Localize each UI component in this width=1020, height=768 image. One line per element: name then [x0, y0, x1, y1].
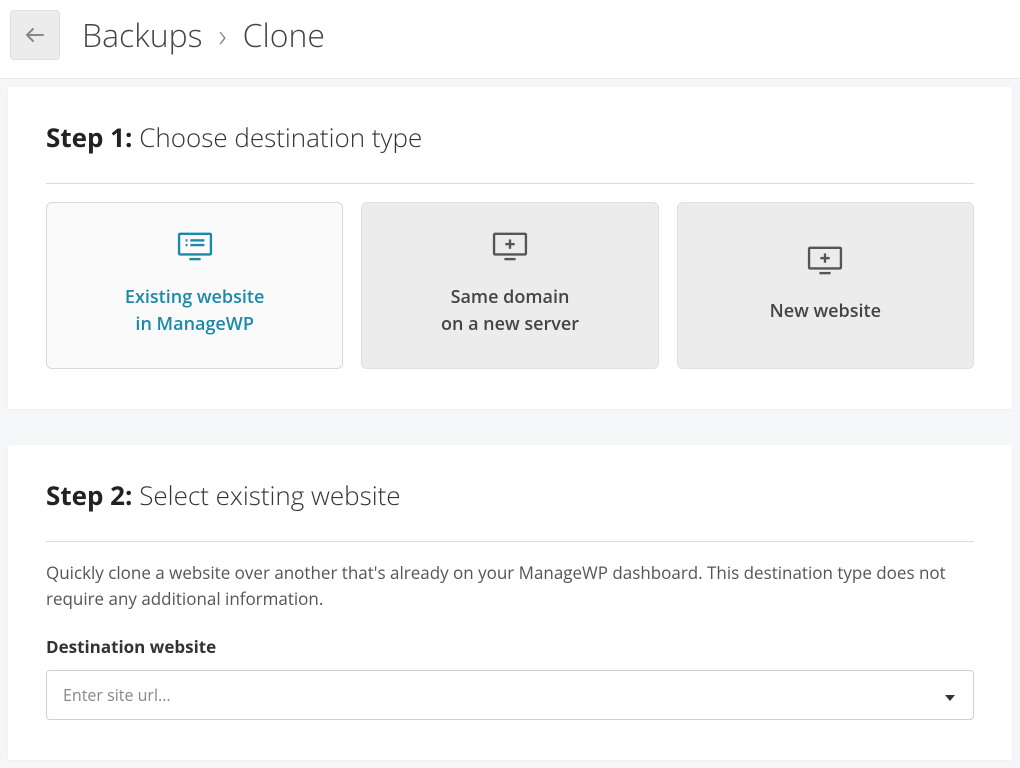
- option-label: Existing website in ManageWP: [125, 284, 265, 338]
- option-existing-website[interactable]: Existing website in ManageWP: [46, 202, 343, 369]
- page-header: Backups › Clone: [0, 0, 1020, 79]
- breadcrumb-current: Clone: [243, 14, 325, 57]
- destination-website-label: Destination website: [46, 635, 974, 658]
- breadcrumb: Backups › Clone: [82, 14, 325, 57]
- option-new-website[interactable]: New website: [677, 202, 974, 369]
- step1-panel: Step 1: Choose destination type Existing…: [8, 87, 1012, 409]
- breadcrumb-separator: ›: [219, 14, 227, 57]
- select-placeholder: Enter site url...: [63, 684, 171, 706]
- step1-number: Step 1:: [46, 119, 132, 155]
- list-monitor-icon: [176, 231, 214, 266]
- destination-options: Existing website in ManageWP Same domain…: [46, 202, 974, 369]
- option-same-domain[interactable]: Same domain on a new server: [361, 202, 658, 369]
- step2-description: Quickly clone a website over another tha…: [46, 560, 974, 613]
- step1-title: Step 1: Choose destination type: [46, 119, 974, 155]
- option-label: Same domain on a new server: [441, 284, 579, 338]
- add-monitor-icon: [491, 231, 529, 266]
- add-monitor-icon: [806, 245, 844, 280]
- divider: [46, 541, 974, 542]
- step2-title: Step 2: Select existing website: [46, 477, 974, 513]
- arrow-left-icon: [23, 23, 47, 47]
- step2-title-text: Select existing website: [132, 477, 400, 513]
- caret-down-icon: [945, 684, 955, 706]
- step2-number: Step 2:: [46, 477, 132, 513]
- breadcrumb-root[interactable]: Backups: [82, 14, 203, 57]
- divider: [46, 183, 974, 184]
- option-label: New website: [770, 298, 881, 325]
- destination-website-select[interactable]: Enter site url...: [46, 670, 974, 720]
- step2-panel: Step 2: Select existing website Quickly …: [8, 445, 1012, 760]
- back-button[interactable]: [10, 10, 60, 60]
- step1-title-text: Choose destination type: [132, 119, 422, 155]
